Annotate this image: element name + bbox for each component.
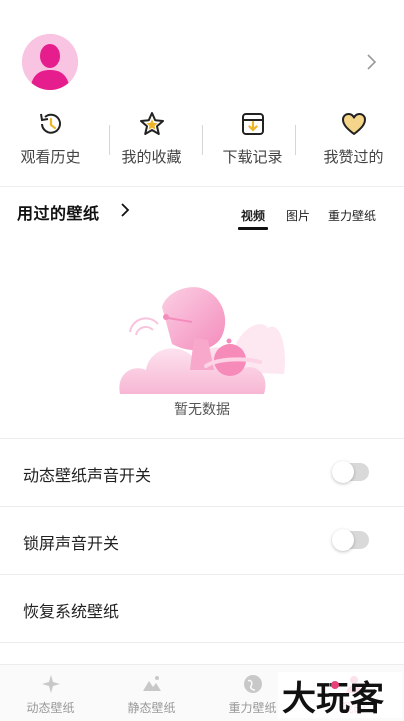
heart-icon [341,113,366,135]
globe-icon [243,675,262,693]
tab-video[interactable]: 视频 [241,207,265,224]
nav-static-wallpaper[interactable]: 静态壁纸 [101,665,202,721]
sparkle-icon [41,675,60,693]
history-icon [39,113,61,134]
quick-action-downloads[interactable]: 下载记录 [202,110,303,174]
empty-state-text: 暂无数据 [174,402,230,418]
setting-restore-system-wallpaper[interactable]: 恢复系统壁纸 [0,574,404,643]
setting-label: 恢复系统壁纸 [23,602,120,621]
watermark-logo: 大玩客 [278,672,402,718]
divider [295,125,296,155]
toggle-knob [332,461,354,483]
setting-lockscreen-sound: 锁屏声音开关 [0,506,404,575]
chevron-right-icon[interactable] [118,200,132,220]
divider [109,125,110,155]
quick-action-label: 我的收藏 [121,148,182,166]
empty-state-illustration [119,287,286,394]
quick-actions-bar: 观看历史 我的收藏 下载记录 我赞过的 [0,110,404,174]
section-divider [0,186,404,187]
quick-action-history[interactable]: 观看历史 [0,110,101,174]
quick-action-label: 下载记录 [222,148,283,166]
tab-picture[interactable]: 图片 [286,207,310,224]
nav-live-wallpaper[interactable]: 动态壁纸 [0,665,101,721]
used-wallpapers-title[interactable]: 用过的壁纸 [17,200,100,224]
nav-label: 静态壁纸 [127,701,176,715]
lockscreen-sound-toggle[interactable] [332,529,369,551]
avatar[interactable] [22,34,78,90]
setting-label: 锁屏声音开关 [23,534,120,553]
quick-action-liked[interactable]: 我赞过的 [303,110,404,174]
quick-action-label: 我赞过的 [323,148,384,166]
row-separator [0,642,404,665]
quick-action-label: 观看历史 [20,148,81,166]
tab-gravity-wallpaper[interactable]: 重力壁纸 [328,207,376,224]
mountain-icon [142,676,161,691]
setting-label: 动态壁纸声音开关 [23,466,152,485]
profile-header[interactable] [0,0,404,100]
active-tab-indicator [238,227,268,230]
chevron-right-icon[interactable] [362,50,382,74]
download-box-icon [241,113,264,135]
setting-live-wallpaper-sound: 动态壁纸声音开关 [0,438,404,507]
nav-label: 动态壁纸 [26,701,75,715]
user-avatar-icon [22,34,78,90]
quick-action-favorites[interactable]: 我的收藏 [101,110,202,174]
toggle-knob [332,529,354,551]
live-wallpaper-sound-toggle[interactable] [332,461,369,483]
divider [202,125,203,155]
star-icon [139,112,164,135]
